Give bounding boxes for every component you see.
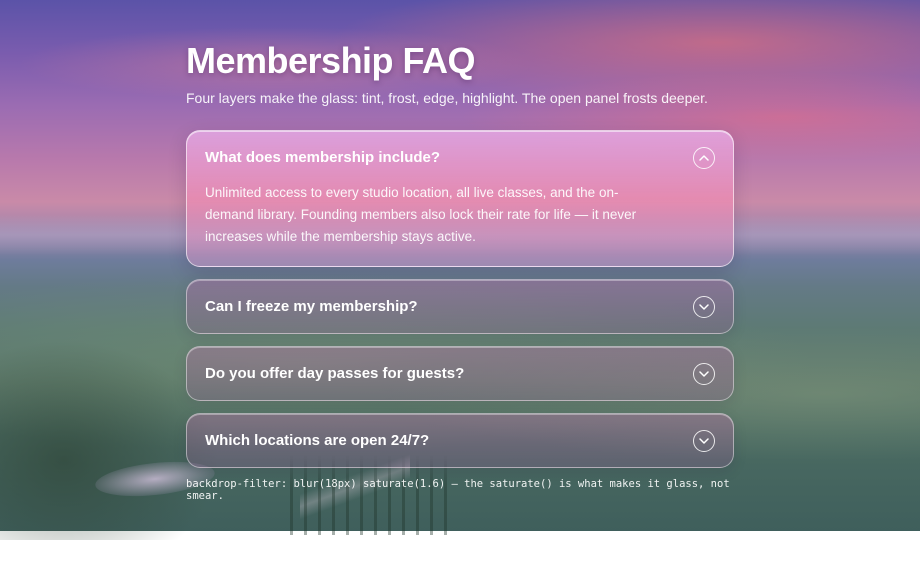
faq-item: Can I freeze my membership? — [186, 279, 734, 334]
faq-question-button[interactable]: What does membership include? — [187, 131, 733, 184]
chevron-down-icon — [693, 362, 715, 385]
code-note: backdrop-filter: blur(18px) saturate(1.6… — [186, 478, 730, 502]
page-header: Membership FAQ Four layers make the glas… — [186, 40, 734, 108]
page-title: Membership FAQ — [186, 40, 476, 81]
faq-question: What does membership include? — [205, 149, 441, 166]
faq-answer: Unlimited access to every studio locatio… — [205, 185, 637, 244]
faq-question: Do you offer day passes for guests? — [205, 365, 465, 382]
faq-question-button[interactable]: Which locations are open 24/7? — [187, 414, 733, 467]
faq-item: What does membership include? Unlimited … — [186, 130, 734, 267]
chevron-down-icon — [693, 429, 715, 452]
chevron-up-icon — [693, 146, 715, 169]
faq-item: Do you offer day passes for guests? — [186, 346, 734, 401]
faq-question-button[interactable]: Do you offer day passes for guests? — [187, 347, 733, 400]
faq-question-button[interactable]: Can I freeze my membership? — [187, 280, 733, 333]
chevron-down-icon — [693, 295, 715, 318]
faq-accordion: What does membership include? Unlimited … — [186, 130, 734, 480]
faq-question: Which locations are open 24/7? — [205, 432, 430, 449]
faq-question: Can I freeze my membership? — [205, 298, 418, 315]
page-subtitle: Four layers make the glass: tint, frost,… — [186, 90, 708, 106]
faq-item: Which locations are open 24/7? — [186, 413, 734, 468]
